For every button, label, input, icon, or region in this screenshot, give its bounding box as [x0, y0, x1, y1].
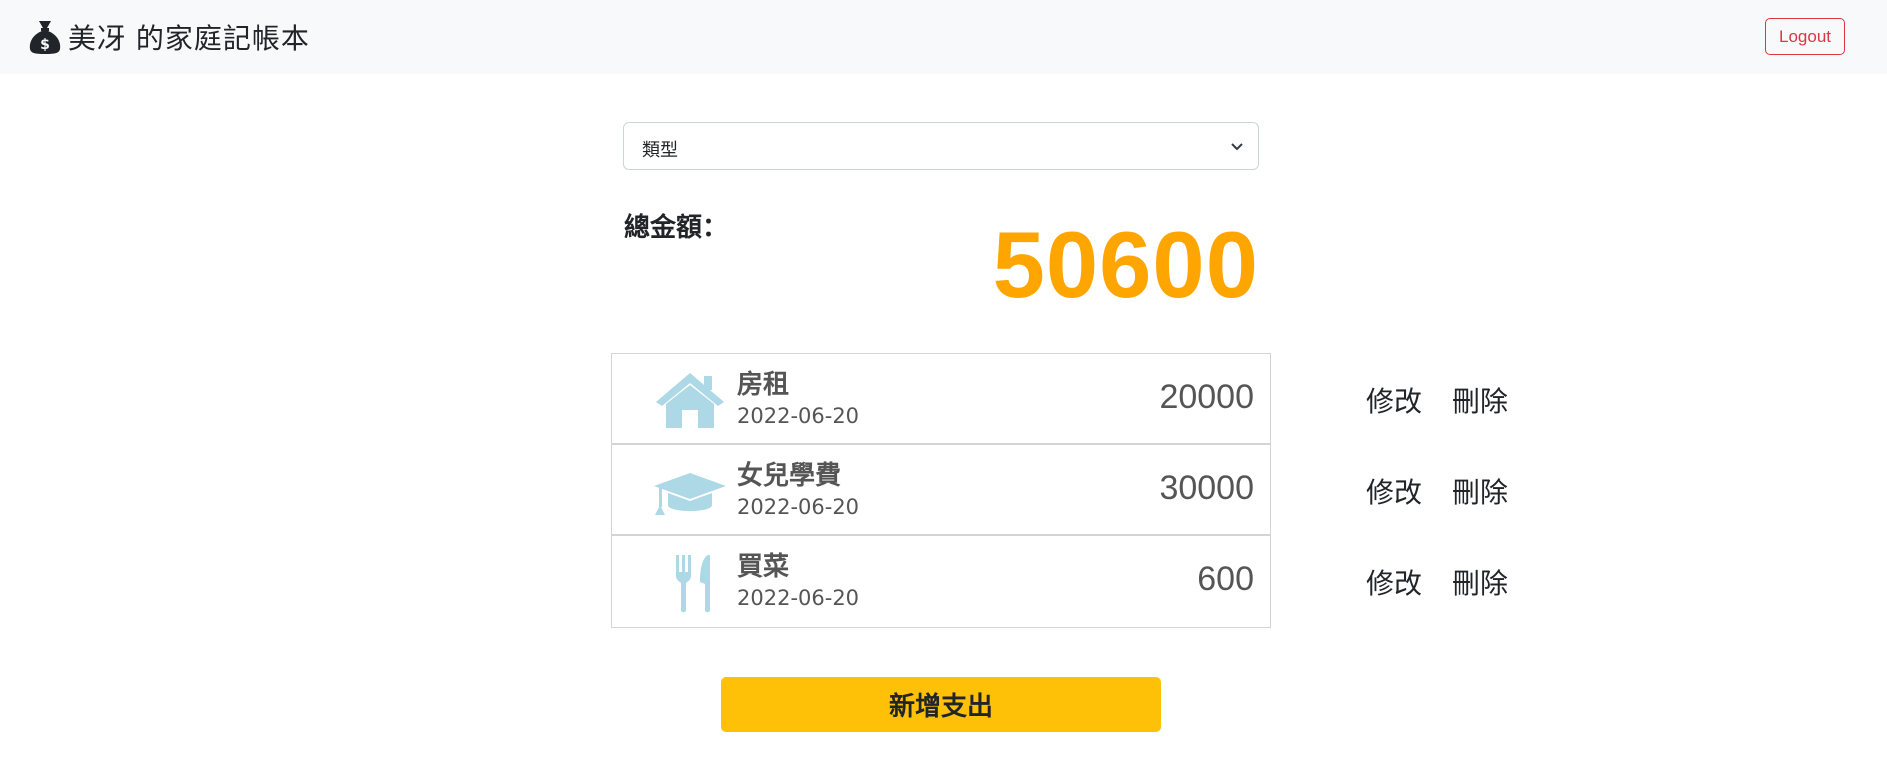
row-actions: 修改 刪除: [1366, 444, 1516, 535]
expense-row: 買菜 2022-06-20 600: [612, 536, 1270, 627]
expense-name: 買菜: [737, 552, 790, 582]
edit-button[interactable]: 修改: [1366, 380, 1422, 420]
money-bag-icon: $: [29, 21, 61, 54]
delete-button[interactable]: 刪除: [1452, 562, 1508, 602]
delete-button[interactable]: 刪除: [1452, 471, 1508, 511]
expense-name: 女兒學費: [737, 461, 842, 491]
brand[interactable]: $ 美冴 的家庭記帳本: [28, 18, 310, 56]
house-icon: [656, 373, 724, 428]
expense-amount: 30000: [1159, 469, 1254, 507]
type-filter-select[interactable]: 類型: [623, 122, 1259, 170]
total-amount: 50600: [992, 212, 1259, 317]
delete-button[interactable]: 刪除: [1452, 380, 1508, 420]
row-actions: 修改 刪除: [1366, 353, 1516, 444]
app-title: 美冴 的家庭記帳本: [68, 22, 310, 55]
expense-name: 房租: [737, 370, 790, 400]
expense-row: 女兒學費 2022-06-20 30000: [612, 445, 1270, 536]
expense-date: 2022-06-20: [737, 404, 860, 428]
graduation-cap-icon: [654, 473, 726, 515]
expense-date: 2022-06-20: [737, 495, 860, 519]
add-expense-button[interactable]: 新增支出: [721, 677, 1161, 732]
edit-button[interactable]: 修改: [1366, 471, 1422, 511]
logout-button[interactable]: Logout: [1765, 18, 1845, 55]
expense-date: 2022-06-20: [737, 586, 860, 610]
expense-row: 房租 2022-06-20 20000: [612, 354, 1270, 445]
total-label: 總金額：: [624, 213, 729, 243]
navbar: $ 美冴 的家庭記帳本 Logout: [0, 0, 1887, 74]
expense-amount: 20000: [1159, 378, 1254, 416]
expense-list: 房租 2022-06-20 20000 女兒學費 2022-06-20 3000…: [611, 353, 1271, 628]
utensils-icon: [676, 555, 710, 613]
expense-amount: 600: [1197, 560, 1254, 598]
svg-text:$: $: [40, 37, 50, 53]
edit-button[interactable]: 修改: [1366, 562, 1422, 602]
type-filter-value: 類型: [642, 140, 678, 161]
chevron-down-icon: [1231, 143, 1243, 151]
row-actions: 修改 刪除: [1366, 535, 1516, 626]
